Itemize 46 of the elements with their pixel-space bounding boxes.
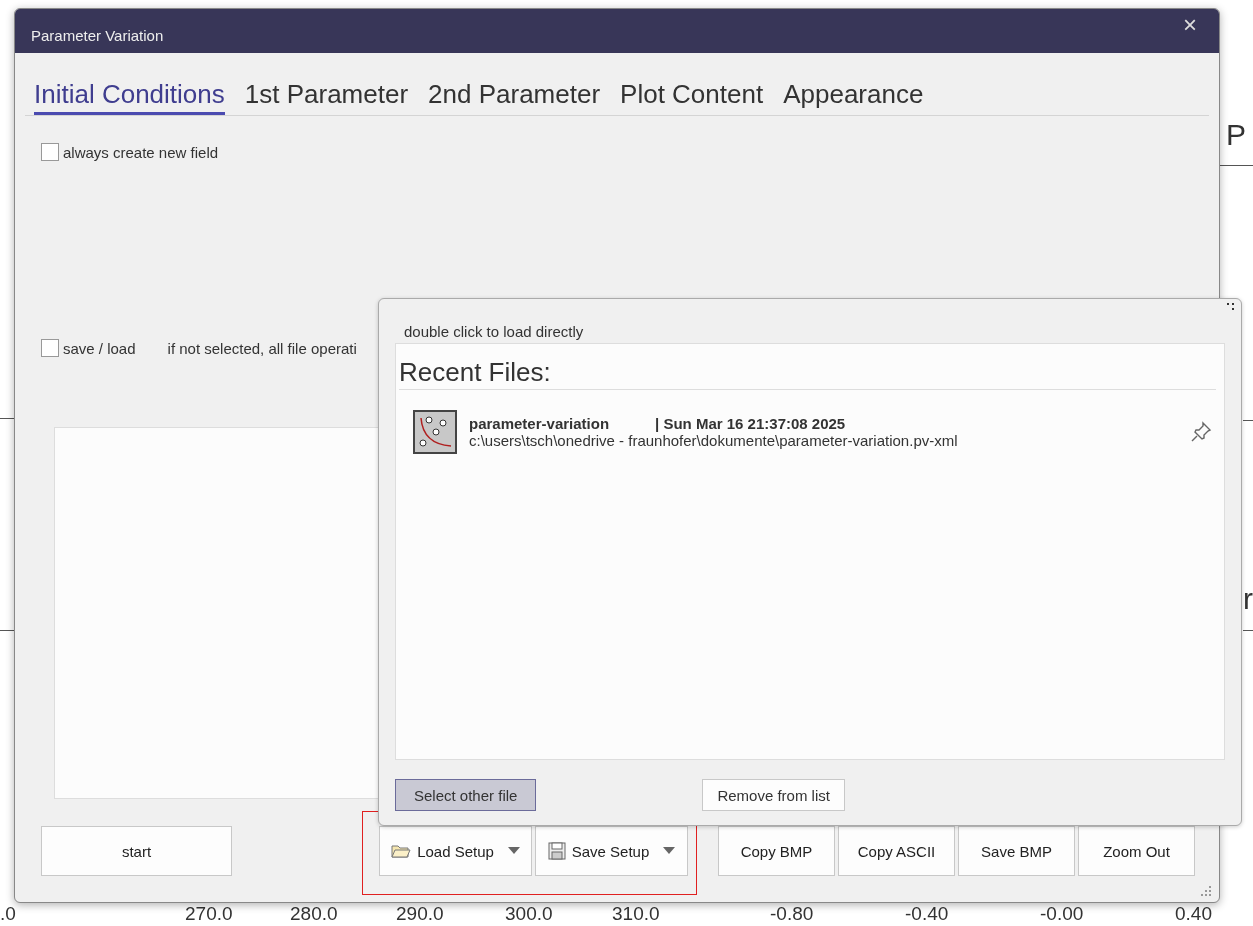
save-setup-button[interactable]: Save Setup	[535, 826, 688, 876]
button[interactable]: Save BMP	[958, 826, 1075, 876]
checkbox-label: always create new field	[63, 143, 219, 161]
chart-label: r	[1243, 582, 1253, 616]
caret-icon	[663, 847, 676, 855]
axis-tick-label: 0.40	[1175, 903, 1212, 924]
axis-tick-label: 300.0	[505, 903, 553, 924]
axis-tick-label: -0.40	[905, 903, 949, 924]
close-button[interactable]: ×	[1183, 11, 1197, 39]
axis-tick-label: .0	[0, 903, 16, 924]
tab[interactable]: 1st Parameter	[244, 75, 409, 115]
pin-icon[interactable]	[1190, 421, 1212, 443]
tab[interactable]: 2nd Parameter	[428, 75, 601, 115]
checkbox-label: save / load	[63, 339, 136, 357]
axis-tick-label: 310.0	[612, 903, 660, 924]
tab[interactable]: Initial Conditions	[34, 75, 225, 115]
axis-tick-label: -0.00	[1040, 903, 1084, 924]
hint-text: if not selected, all file operati	[167, 339, 357, 357]
folder-icon	[391, 843, 412, 859]
resize-grip-icon	[1227, 303, 1235, 311]
button[interactable]: Remove from list	[702, 779, 845, 811]
button[interactable]: Copy ASCII	[838, 826, 955, 876]
scatter-plot-icon	[413, 410, 457, 454]
list-heading: Recent Files:	[399, 357, 1216, 390]
chart-label: P	[1226, 118, 1246, 152]
axis-tick-label: 280.0	[290, 903, 338, 924]
axis-tick-label: 270.0	[185, 903, 233, 924]
load-setup-button[interactable]: Load Setup	[379, 826, 532, 876]
recent-file-item[interactable]: parameter-variation | Sun Mar 16 21:37:08 2025 c:\users\tsch\onedrive - fraunhofer\dokumente\parameter-variation.pv-xml	[396, 390, 1224, 454]
caret-icon	[507, 847, 520, 855]
button[interactable]: Zoom Out	[1078, 826, 1195, 876]
file-date: | Sun Mar 16 21:37:08 2025	[655, 415, 846, 432]
tab[interactable]: Plot Content	[620, 75, 764, 115]
hint-text: double click to load directly	[404, 323, 585, 340]
button[interactable]: Copy BMP	[718, 826, 835, 876]
button[interactable]: start	[41, 826, 232, 876]
tab[interactable]: Appearance	[783, 75, 924, 115]
resize-grip-icon	[1201, 886, 1211, 896]
checkbox[interactable]	[41, 339, 59, 357]
file-path: c:\users\tsch\onedrive - fraunhofer\dokumente\parameter-variation.pv-xml	[469, 432, 959, 449]
file-name: parameter-variation	[469, 415, 610, 432]
axis-tick-label: 290.0	[396, 903, 444, 924]
window-title: Parameter Variation	[31, 27, 164, 44]
axis-tick-label: -0.80	[770, 903, 814, 924]
checkbox[interactable]	[41, 143, 59, 161]
button[interactable]: Select other file	[395, 779, 537, 811]
